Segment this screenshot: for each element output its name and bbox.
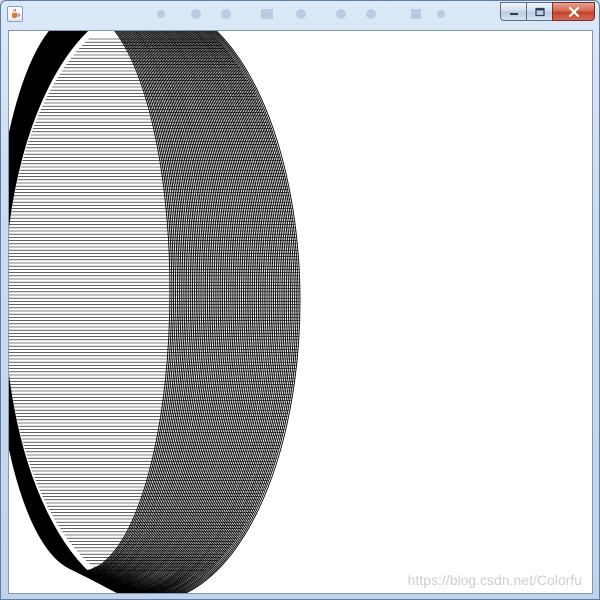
ellipse-line-art xyxy=(9,31,301,593)
close-icon xyxy=(568,6,579,17)
java-coffee-icon[interactable] xyxy=(7,6,23,22)
drawing-canvas[interactable]: https://blog.csdn.net/Colorfu xyxy=(8,30,593,594)
minimize-button[interactable] xyxy=(500,2,526,21)
title-bar[interactable] xyxy=(1,1,599,29)
close-button[interactable] xyxy=(552,2,595,21)
titlebar-reflection xyxy=(157,9,445,19)
maximize-button[interactable] xyxy=(526,2,552,21)
caption-buttons xyxy=(500,2,595,21)
watermark-text: https://blog.csdn.net/Colorfu xyxy=(407,572,582,588)
minimize-icon xyxy=(509,12,518,15)
application-window: https://blog.csdn.net/Colorfu xyxy=(0,0,600,600)
maximize-icon xyxy=(534,7,545,16)
